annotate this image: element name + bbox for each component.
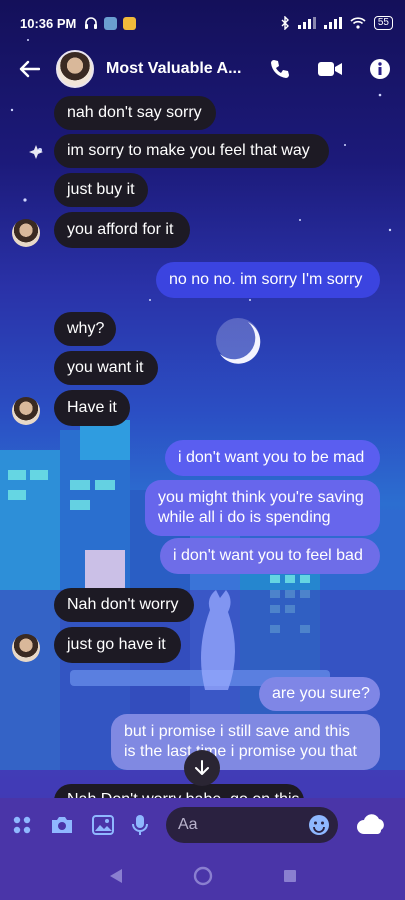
contact-name[interactable]: Most Valuable A... xyxy=(106,60,246,78)
message-incoming[interactable]: you want it xyxy=(54,351,158,385)
signal-icon-2 xyxy=(323,17,342,29)
sender-avatar[interactable] xyxy=(12,634,40,662)
message-outgoing-multiline[interactable]: you might think you're saving while all … xyxy=(145,480,380,536)
message-input[interactable]: Aa xyxy=(166,807,338,843)
chat-header: Most Valuable A... xyxy=(0,46,405,92)
message-outgoing-multiline[interactable]: but i promise i still save and this is t… xyxy=(111,714,380,770)
menu-dots-icon[interactable] xyxy=(12,815,32,835)
message-composer: Aa xyxy=(0,798,405,852)
camera-icon[interactable] xyxy=(50,815,74,835)
chevron-down-icon xyxy=(195,760,209,775)
message-incoming[interactable]: you afford for it xyxy=(54,212,190,248)
message-incoming[interactable]: just go have it xyxy=(54,627,181,663)
battery-indicator: 55 xyxy=(373,16,393,30)
chat-screen: 10:36 PM 55 Most Valuable A... nah don't… xyxy=(0,0,405,900)
video-icon[interactable] xyxy=(317,59,343,79)
mic-icon[interactable] xyxy=(132,814,148,836)
system-nav-bar xyxy=(0,852,405,900)
sender-avatar[interactable] xyxy=(12,397,40,425)
cloud-icon[interactable] xyxy=(356,814,388,836)
message-line: but i promise i still save and this xyxy=(124,723,350,740)
input-placeholder: Aa xyxy=(178,816,198,833)
message-outgoing[interactable]: are you sure? xyxy=(259,677,380,711)
info-icon[interactable] xyxy=(369,58,391,80)
status-bar: 10:36 PM 55 xyxy=(0,0,405,46)
message-line: you might think you're saving xyxy=(158,489,364,506)
message-outgoing[interactable]: i don't want you to be mad xyxy=(165,440,380,476)
nav-recents-icon[interactable] xyxy=(283,869,297,883)
headphones-icon xyxy=(85,17,98,29)
wifi-icon xyxy=(350,17,366,29)
message-incoming[interactable]: Nah don't worry xyxy=(54,588,194,622)
phone-icon[interactable] xyxy=(269,58,291,80)
message-outgoing[interactable]: no no no. im sorry I'm sorry xyxy=(156,262,380,298)
message-incoming[interactable]: nah don't say sorry xyxy=(54,96,216,130)
image-icon[interactable] xyxy=(92,815,114,835)
scroll-to-bottom-button[interactable] xyxy=(184,750,220,786)
back-button[interactable] xyxy=(14,54,44,84)
message-incoming[interactable]: Have it xyxy=(54,390,130,426)
message-incoming[interactable]: just buy it xyxy=(54,173,148,207)
nav-home-icon[interactable] xyxy=(193,866,213,886)
app-notification-icon xyxy=(104,16,118,30)
app-notification-icon-2 xyxy=(123,16,137,30)
bluetooth-icon xyxy=(281,16,289,30)
nav-back-icon[interactable] xyxy=(109,868,123,884)
message-line: is the last time i promise you that xyxy=(124,743,357,760)
back-arrow-icon xyxy=(19,60,40,78)
message-incoming[interactable]: im sorry to make you feel that way xyxy=(54,134,329,168)
signal-icon xyxy=(297,17,316,29)
sender-avatar[interactable] xyxy=(12,219,40,247)
status-time: 10:36 PM xyxy=(20,15,77,31)
message-line: while all i do is spending xyxy=(158,509,331,526)
message-outgoing[interactable]: i don't want you to feel bad xyxy=(160,538,380,574)
contact-avatar[interactable] xyxy=(56,50,94,88)
emoji-icon[interactable] xyxy=(308,814,330,836)
status-notification-icons xyxy=(84,16,137,30)
message-incoming[interactable]: why? xyxy=(54,312,116,346)
